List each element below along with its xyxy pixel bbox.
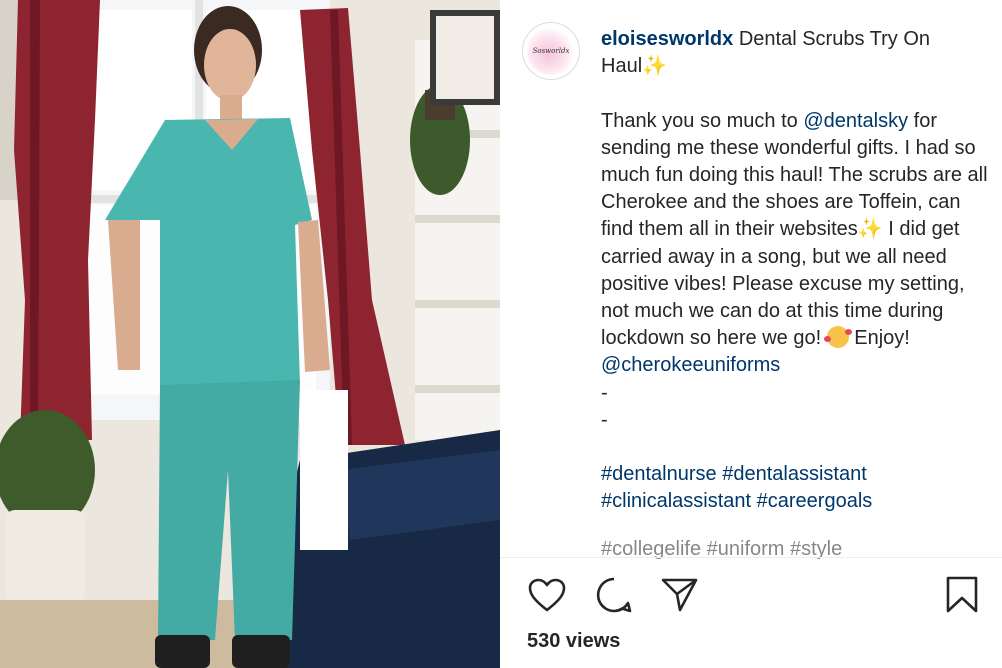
post-caption: eloisesworldx Dental Scrubs Try On Haul✨… (601, 26, 991, 516)
bookmark-icon (946, 576, 978, 613)
comment-button[interactable] (594, 575, 634, 615)
hashtag-line: #dentalnurse #dentalassistant (601, 461, 991, 488)
caption-dash: - (601, 381, 608, 404)
hashtag-careergoals[interactable]: #careergoals (757, 490, 873, 512)
sparkle-emoji: ✨ (642, 55, 668, 78)
caption-mention-line: @cherokeeuniforms (601, 352, 991, 379)
action-bar (500, 566, 1002, 622)
video-frame-illustration (0, 0, 500, 668)
hashtag-dentalassistant[interactable]: #dentalassistant (722, 463, 867, 485)
caption-area: Sosworldx eloisesworldx Dental Scrubs Tr… (500, 0, 1002, 560)
view-count: 530 views (527, 630, 621, 652)
comment-icon (596, 577, 632, 613)
heart-icon (528, 578, 566, 612)
caption-spacer (601, 434, 991, 461)
divider (500, 557, 1002, 558)
avatar-image: Sosworldx (527, 27, 575, 75)
caption-spacer (601, 80, 991, 107)
share-icon (661, 578, 698, 612)
avatar-logo-text: Sosworldx (532, 47, 570, 55)
share-button[interactable] (660, 575, 700, 615)
sparkle-emoji: ✨ (857, 218, 883, 241)
post-sidebar: Sosworldx eloisesworldx Dental Scrubs Tr… (500, 0, 1002, 668)
caption-dash: - (601, 408, 608, 431)
smiling-face-with-hearts-emoji (823, 326, 852, 349)
username-link[interactable]: eloisesworldx (601, 28, 733, 50)
caption-text: Thank you so much to (601, 109, 804, 132)
caption-title-line: eloisesworldx Dental Scrubs Try On Haul✨ (601, 26, 991, 80)
hashtag-clinicalassistant[interactable]: #clinicalassistant (601, 490, 751, 512)
avatar[interactable]: Sosworldx (522, 22, 580, 80)
hashtag-line: #clinicalassistant #careergoals (601, 488, 991, 515)
save-button[interactable] (942, 575, 982, 615)
like-button[interactable] (527, 575, 567, 615)
caption-text: Enjoy! (848, 327, 910, 350)
mention-dentalsky[interactable]: @dentalsky (803, 110, 908, 132)
mention-cherokeeuniforms[interactable]: @cherokeeuniforms (601, 354, 780, 376)
caption-body: Thank you so much to @dentalsky for send… (601, 108, 991, 353)
post-video[interactable] (0, 0, 500, 668)
instagram-post: Sosworldx eloisesworldx Dental Scrubs Tr… (0, 0, 1002, 668)
hashtag-dentalnurse[interactable]: #dentalnurse (601, 463, 717, 485)
